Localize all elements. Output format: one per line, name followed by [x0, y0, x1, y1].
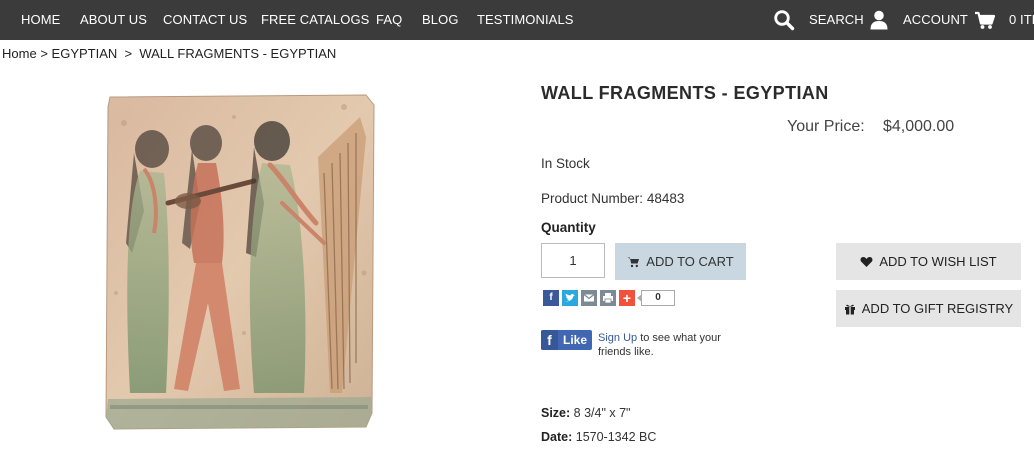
date-value: 1570-1342 BC [575, 430, 657, 444]
top-nav: HOME ABOUT US CONTACT US FREE CATALOGS F… [0, 0, 1034, 40]
breadcrumb: Home > EGYPTIAN > WALL FRAGMENTS - EGYPT… [2, 46, 336, 61]
nav-faq[interactable]: FAQ [376, 0, 402, 40]
account-link[interactable]: ACCOUNT [903, 0, 968, 40]
cart-link[interactable]: 0 ITE [1009, 0, 1034, 40]
date-label: Date: [541, 430, 573, 444]
add-to-wish-list-button[interactable]: ADD TO WISH LIST [836, 243, 1021, 280]
nav-contact-us[interactable]: CONTACT US [163, 0, 247, 40]
price-label: Your Price: [787, 118, 865, 135]
print-icon[interactable] [600, 290, 616, 306]
date-spec: Date: 1570-1342 BC [541, 430, 656, 444]
nav-free-catalogs[interactable]: FREE CATALOGS [261, 0, 369, 40]
breadcrumb-category[interactable]: EGYPTIAN [52, 46, 118, 61]
size-label: Size: [541, 406, 571, 420]
add-to-wish-list-label: ADD TO WISH LIST [879, 254, 997, 269]
product-title: WALL FRAGMENTS - EGYPTIAN [541, 83, 829, 103]
nav-about-us[interactable]: ABOUT US [80, 0, 147, 40]
gift-icon [844, 304, 855, 314]
share-count: 0 [637, 290, 675, 306]
stock-status: In Stock [541, 156, 590, 171]
product-number: Product Number: 48483 [541, 191, 684, 206]
facebook-like-label: Like [563, 333, 588, 347]
facebook-sign-up-link[interactable]: Sign Up [598, 332, 637, 344]
add-to-gift-registry-button[interactable]: ADD TO GIFT REGISTRY [836, 290, 1021, 327]
search-link[interactable]: SEARCH [809, 0, 864, 40]
size-spec: Size: 8 3/4" x 7" [541, 406, 631, 420]
plus-icon[interactable]: + [619, 290, 635, 306]
facebook-icon[interactable]: f [543, 290, 559, 306]
nav-blog[interactable]: BLOG [422, 0, 459, 40]
share-bar: f + [543, 290, 635, 306]
add-to-cart-button[interactable]: ADD TO CART [615, 243, 746, 280]
facebook-like-text: Sign Up to see what your friends like. [598, 331, 738, 359]
breadcrumb-separator: > [40, 46, 48, 61]
heart-icon [860, 256, 873, 267]
add-to-cart-label: ADD TO CART [646, 254, 734, 269]
breadcrumb-home[interactable]: Home [2, 46, 37, 61]
search-icon[interactable] [773, 9, 795, 31]
nav-home[interactable]: HOME [21, 0, 60, 40]
cart-icon [627, 257, 640, 267]
user-icon[interactable] [868, 9, 890, 31]
email-icon[interactable] [581, 290, 597, 306]
cart-icon[interactable] [974, 9, 996, 31]
product-number-label: Product Number: [541, 191, 644, 206]
facebook-like-button[interactable]: f Like [541, 330, 592, 350]
product-number-value: 48483 [646, 191, 685, 206]
add-to-gift-registry-label: ADD TO GIFT REGISTRY [861, 301, 1014, 316]
facebook-icon: f [541, 330, 558, 350]
product-image[interactable] [104, 93, 376, 431]
breadcrumb-separator: > [124, 46, 133, 61]
twitter-icon[interactable] [562, 290, 578, 306]
size-value: 8 3/4" x 7" [573, 406, 631, 420]
quantity-input[interactable] [541, 243, 605, 278]
breadcrumb-current: WALL FRAGMENTS - EGYPTIAN [139, 46, 337, 61]
quantity-label: Quantity [541, 220, 596, 235]
price-value: $4,000.00 [883, 118, 955, 135]
nav-testimonials[interactable]: TESTIMONIALS [477, 0, 574, 40]
